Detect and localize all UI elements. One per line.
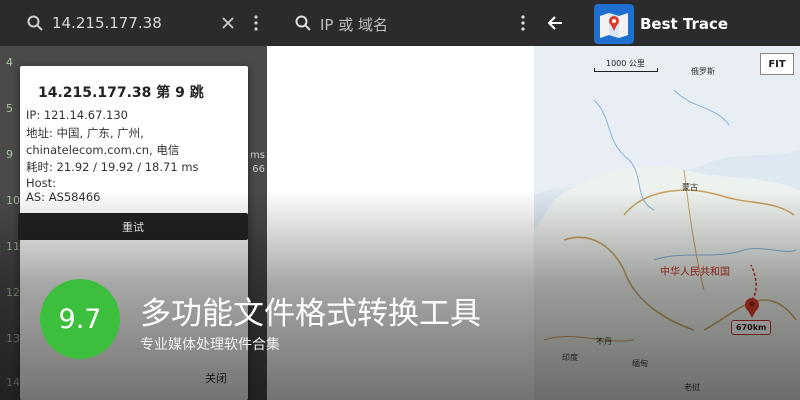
search-input[interactable]: 14.215.177.38 [52,14,162,32]
hop-number: 13 [6,332,20,345]
search-icon [26,14,44,32]
banner-headline: 多功能文件格式转换工具 [140,296,481,332]
app-bar: Best Trace [534,0,800,46]
fit-button[interactable]: FIT [760,53,794,75]
search-input[interactable]: IP 或 域名 [320,14,388,35]
hop-number: 9 [6,148,13,161]
hop-host: Host: [26,176,57,190]
hop-number: 11 [6,240,20,253]
hop-ip: IP: 121.14.67.130 [26,108,128,122]
close-button[interactable]: 关闭 [205,370,227,386]
hop-rtt-value: 66 [252,164,265,175]
dialog-title: 14.215.177.38 第 9 跳 [38,85,204,101]
hop-number: 12 [6,286,20,299]
search-panel: IP 或 域名 [267,0,534,400]
more-vert-icon[interactable] [250,14,262,32]
hop-rtt-unit: ms [250,150,265,161]
hop-rtt: 耗时: 21.92 / 19.92 / 18.71 ms [26,160,199,174]
map-panel: Best Trace FIT 1000 公里 俄罗斯 蒙古 中华人民共和国 印度… [534,0,800,400]
hop-number: 10 [6,194,20,207]
map-label-india: 印度 [562,353,578,362]
map-label-russia: 俄罗斯 [691,67,715,76]
hop-as: AS: AS58466 [26,190,101,204]
hop-number: 5 [6,102,13,115]
app-title: Best Trace [640,15,729,33]
map-label-china: 中华人民共和国 [660,267,730,278]
hop-number: 14 [6,376,20,389]
rating-badge: 9.7 [40,279,120,359]
map-label-mongolia: 蒙古 [682,183,698,192]
hop-isp: chinatelecom.com.cn, 电信 [26,143,180,157]
banner-subline: 专业媒体处理软件合集 [140,337,280,353]
retry-button[interactable]: 重试 [18,213,248,240]
search-bar: IP 或 域名 [267,0,534,46]
search-icon [294,14,312,32]
more-vert-icon[interactable] [517,14,529,32]
distance-badge: 670km [731,320,772,335]
map-logo-icon [594,4,634,44]
search-bar: 14.215.177.38 [0,0,267,46]
back-arrow-icon[interactable] [546,15,564,31]
hop-address: 地址: 中国, 广东, 广州, [26,126,144,140]
clear-icon[interactable] [220,15,236,31]
map-label-laos: 老挝 [684,383,700,392]
map-label-bhutan: 不丹 [596,337,612,346]
hop-number: 4 [6,56,13,69]
map-label-myanmar: 缅甸 [632,359,648,368]
map-scale-bar [594,68,658,72]
